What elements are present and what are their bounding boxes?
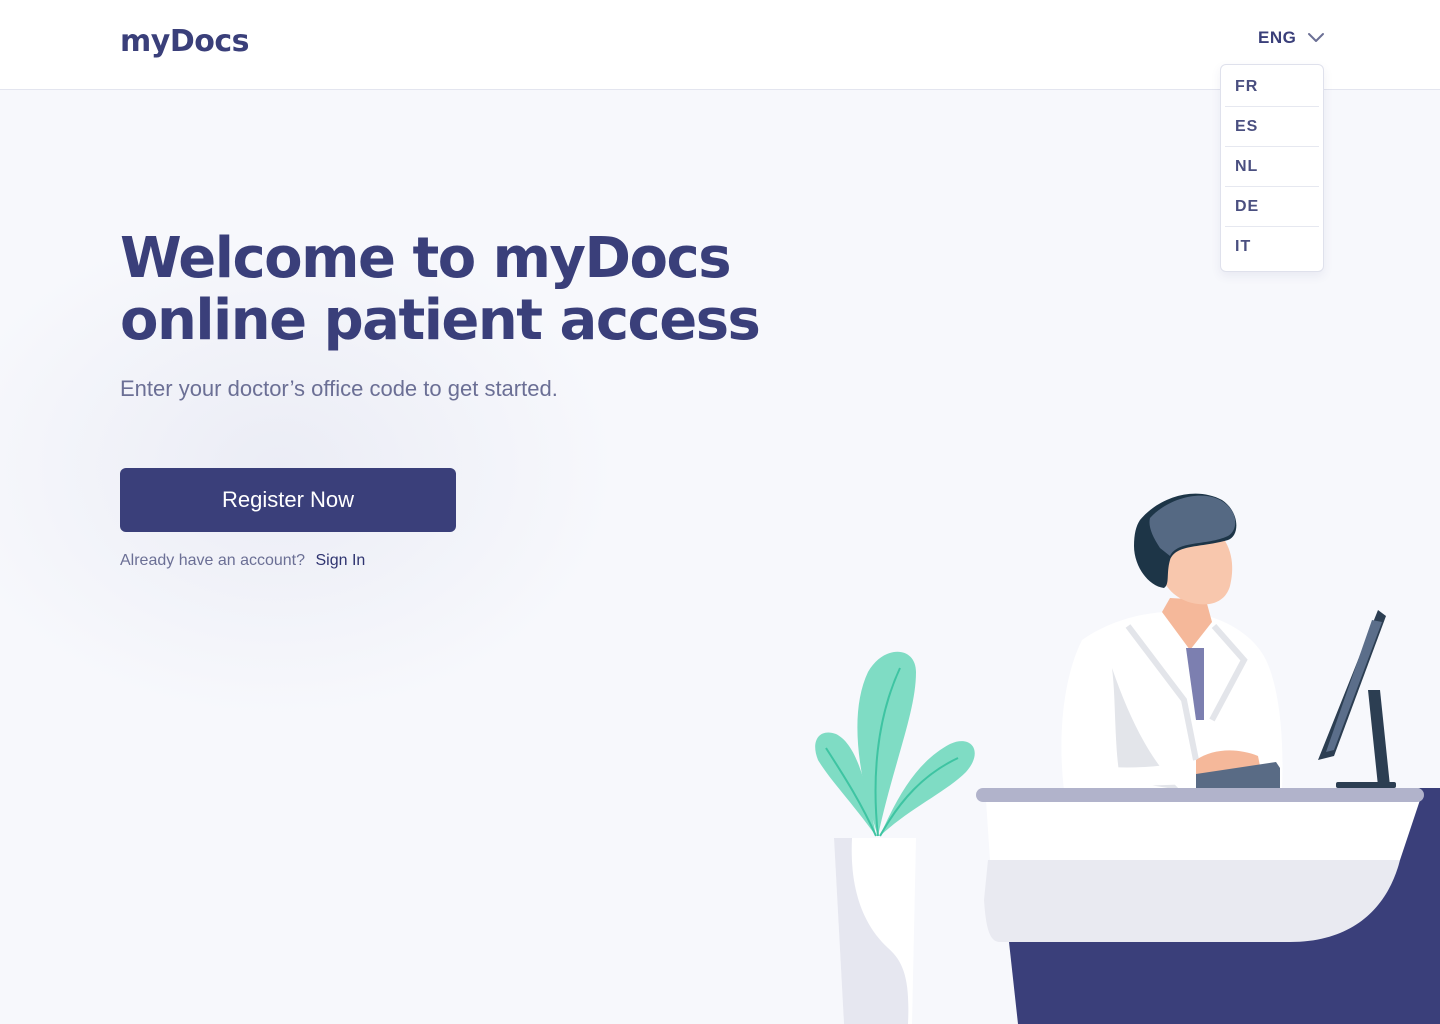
language-dropdown: FR ES NL DE IT (1220, 64, 1324, 272)
sign-in-link[interactable]: Sign In (315, 552, 365, 569)
language-option-it[interactable]: IT (1225, 227, 1319, 267)
language-option-fr[interactable]: FR (1225, 67, 1319, 107)
reception-desk (976, 788, 1440, 1024)
hero-subtitle: Enter your doctor’s office code to get s… (120, 376, 558, 401)
language-option-nl[interactable]: NL (1225, 147, 1319, 187)
mydocs-logo[interactable]: myDocs (120, 24, 249, 59)
language-option-de[interactable]: DE (1225, 187, 1319, 227)
language-selector[interactable]: ENG (1258, 28, 1326, 48)
account-prompt-text: Already have an account? (120, 552, 306, 569)
plant-leaves (815, 651, 975, 837)
plant-pot (834, 838, 916, 1024)
current-language[interactable]: ENG (1258, 28, 1296, 48)
doctor-at-desk-illustration (815, 493, 1440, 1024)
monitor (1318, 610, 1396, 788)
register-now-button[interactable]: Register Now (120, 468, 456, 532)
doctor-figure (1061, 493, 1283, 790)
signin-prompt: Already have an account? Sign In (120, 552, 365, 570)
hero-title-line-1: Welcome to myDocs (120, 226, 732, 291)
language-option-es[interactable]: ES (1225, 107, 1319, 147)
hero-title: Welcome to myDocs online patient access (120, 226, 761, 353)
chevron-down-icon[interactable] (1306, 28, 1326, 48)
hero-title-line-2: online patient access (120, 288, 761, 353)
